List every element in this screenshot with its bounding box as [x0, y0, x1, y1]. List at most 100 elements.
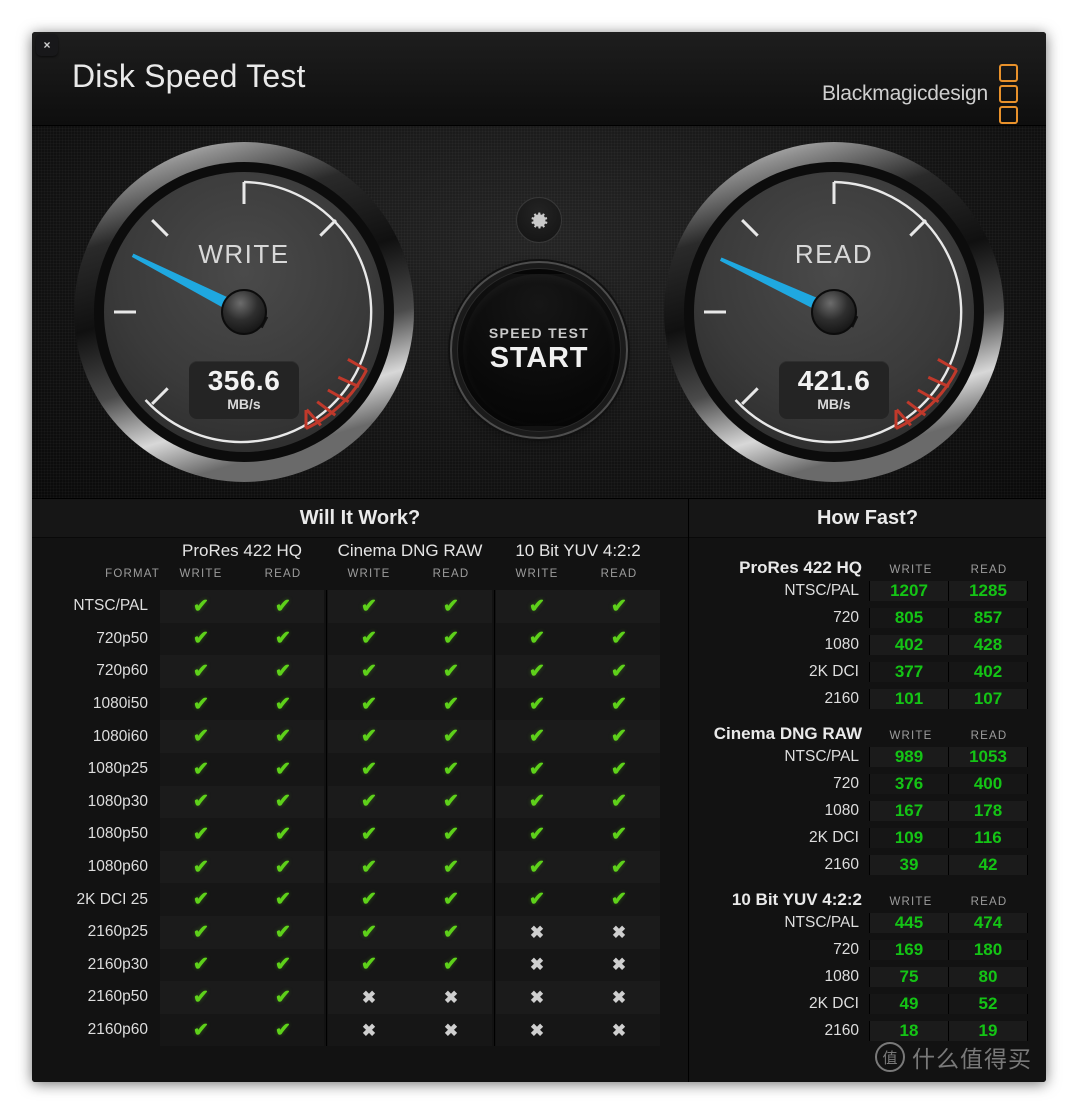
- speed-test-start-button[interactable]: SPEED TEST START: [458, 269, 620, 431]
- check-icon: ✔: [361, 889, 377, 911]
- table-row: 720 805 857: [701, 605, 1028, 632]
- table-row: 1080i60 ✔ ✔ ✔ ✔ ✔ ✔: [32, 720, 688, 753]
- check-icon: ✔: [193, 693, 209, 715]
- format-group-cells: ✔ ✔: [160, 850, 324, 884]
- read-speed-value: 1053: [948, 747, 1028, 768]
- format-group-cells: ✔ ✔: [160, 981, 324, 1014]
- how-fast-column-label: WRITE: [889, 729, 933, 742]
- format-row-label: 2160p30: [87, 955, 148, 973]
- support-yes-cell: ✔: [496, 655, 578, 688]
- support-yes-cell: ✔: [242, 785, 324, 819]
- check-icon: ✔: [529, 758, 545, 780]
- support-yes-cell: ✔: [410, 687, 492, 721]
- check-icon: ✔: [275, 660, 291, 682]
- read-speed-value: 1285: [948, 581, 1028, 602]
- gauge-panel: WRITE 356.6 MB/s SPEED TEST START READ 4…: [32, 126, 1046, 499]
- support-yes-cell: ✔: [496, 850, 578, 884]
- support-yes-cell: ✔: [410, 752, 492, 786]
- cross-icon: ✖: [529, 1020, 545, 1040]
- format-group-cells: ✔ ✔: [496, 785, 660, 819]
- support-yes-cell: ✔: [242, 622, 324, 656]
- write-speed-value: 377: [869, 661, 948, 682]
- how-fast-row-label: NTSC/PAL: [784, 748, 859, 766]
- how-fast-column-label: READ: [970, 564, 1008, 576]
- check-icon: ✔: [529, 791, 545, 813]
- write-speed-value: 376: [869, 774, 948, 795]
- support-yes-cell: ✔: [496, 720, 578, 753]
- check-icon: ✔: [443, 889, 459, 911]
- how-fast-section-header: 10 Bit YUV 4:2:2 WRITE READ: [701, 882, 1028, 910]
- format-group-cells: ✔ ✔: [328, 785, 492, 819]
- check-icon: ✔: [361, 791, 377, 813]
- format-row-label: 2K DCI 25: [76, 890, 148, 908]
- support-yes-cell: ✔: [578, 687, 660, 721]
- check-icon: ✔: [361, 954, 377, 976]
- write-speed-value: 109: [869, 827, 948, 848]
- close-button[interactable]: ×: [36, 34, 58, 56]
- how-fast-row-label: 1080: [824, 635, 859, 653]
- table-row: 720 169 180: [701, 937, 1028, 964]
- will-it-work-rows: NTSC/PAL ✔ ✔ ✔ ✔ ✔ ✔ 720p50 ✔ ✔ ✔ ✔ ✔ ✔ 720p60 ✔ ✔ ✔ ✔ ✔ ✔ 10…: [32, 590, 688, 1047]
- format-group-cells: ✔ ✔: [160, 818, 324, 851]
- support-yes-cell: ✔: [496, 818, 578, 851]
- support-yes-cell: ✔: [410, 850, 492, 884]
- support-yes-cell: ✔: [242, 590, 324, 623]
- how-fast-column-label: WRITE: [889, 564, 933, 576]
- check-icon: ✔: [193, 726, 209, 748]
- format-row-label: 2160p60: [87, 1021, 148, 1039]
- format-subcolumn-label: READ: [432, 568, 470, 580]
- check-icon: ✔: [443, 954, 459, 976]
- table-row: 1080 167 178: [701, 798, 1028, 825]
- format-group-cells: ✔ ✔: [496, 622, 660, 656]
- table-row: 720 376 400: [701, 771, 1028, 798]
- support-yes-cell: ✔: [160, 590, 242, 623]
- write-speed-value: 402: [869, 634, 948, 655]
- check-icon: ✔: [611, 660, 627, 682]
- check-icon: ✔: [193, 823, 209, 845]
- check-icon: ✔: [611, 758, 627, 780]
- support-yes-cell: ✔: [160, 981, 242, 1014]
- support-yes-cell: ✔: [160, 622, 242, 656]
- format-subcolumn-label: WRITE: [179, 568, 223, 580]
- format-row-label: 1080p30: [87, 792, 148, 810]
- format-group-cells: ✔ ✔: [328, 752, 492, 786]
- support-yes-cell: ✔: [160, 752, 242, 786]
- format-group-cells: ✔ ✔: [496, 720, 660, 753]
- read-speed-value: 400: [948, 774, 1028, 795]
- check-icon: ✔: [443, 595, 459, 617]
- column-divider: [326, 590, 327, 1047]
- check-icon: ✔: [611, 856, 627, 878]
- blackmagic-logo: Blackmagicdesign: [822, 64, 1018, 124]
- table-row: 720p60 ✔ ✔ ✔ ✔ ✔ ✔: [32, 655, 688, 688]
- support-yes-cell: ✔: [242, 687, 324, 721]
- check-icon: ✔: [193, 889, 209, 911]
- support-no-cell: ✖: [328, 981, 410, 1014]
- read-speed-value: 178: [948, 800, 1028, 821]
- format-row-label: 1080i60: [92, 727, 148, 745]
- support-yes-cell: ✔: [242, 915, 324, 949]
- format-subcolumn-label: READ: [264, 568, 302, 580]
- format-row-label: 1080p50: [87, 825, 148, 843]
- how-fast-column-label: WRITE: [889, 895, 933, 908]
- read-speed-value: 180: [948, 940, 1028, 961]
- how-fast-row-label: 1080: [824, 801, 859, 819]
- format-group-cells: ✔ ✔: [328, 818, 492, 851]
- support-yes-cell: ✔: [578, 818, 660, 851]
- format-group-cells: ✖ ✖: [328, 1013, 492, 1047]
- cross-icon: ✖: [611, 922, 627, 942]
- read-speed-value: 402: [948, 661, 1028, 682]
- check-icon: ✔: [611, 823, 627, 845]
- how-fast-row-label: 720: [833, 775, 859, 793]
- check-icon: ✔: [443, 726, 459, 748]
- start-button-line1: SPEED TEST: [488, 325, 590, 341]
- gear-icon[interactable]: [516, 197, 562, 243]
- table-row: 2160 101 107: [701, 685, 1028, 712]
- check-icon: ✔: [193, 986, 209, 1008]
- check-icon: ✔: [529, 889, 545, 911]
- how-fast-section-title: ProRes 422 HQ: [739, 558, 862, 577]
- how-fast-row-label: 2160: [824, 855, 859, 873]
- cross-icon: ✖: [443, 987, 459, 1007]
- support-yes-cell: ✔: [496, 590, 578, 623]
- check-icon: ✔: [275, 726, 291, 748]
- format-group-title: ProRes 422 HQ: [182, 541, 302, 560]
